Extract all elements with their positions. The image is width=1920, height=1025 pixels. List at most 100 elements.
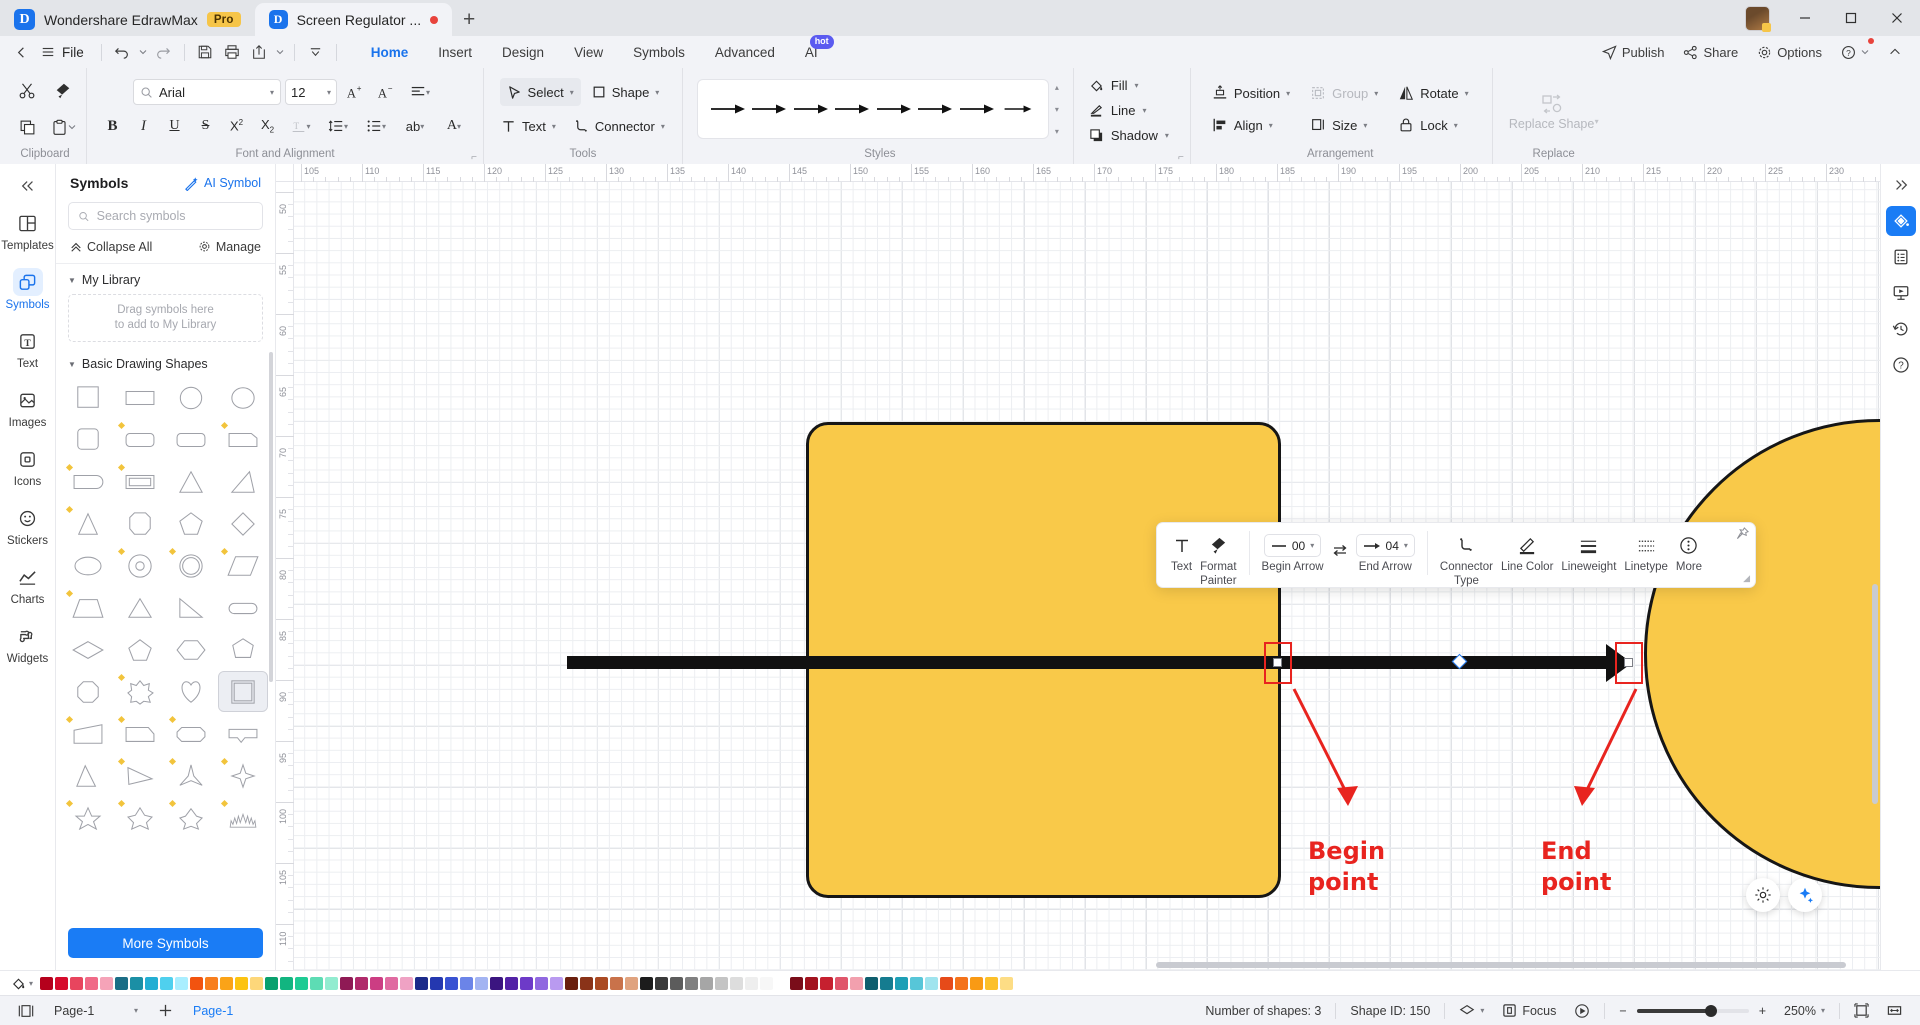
line-button[interactable]: Line ▾ xyxy=(1082,98,1176,122)
zoom-out-button[interactable]: − xyxy=(1611,1000,1634,1022)
color-swatch[interactable] xyxy=(835,976,849,990)
ft-swap-arrows-button[interactable] xyxy=(1328,531,1352,564)
color-swatch[interactable] xyxy=(475,976,489,990)
shape-right-angle-triangle[interactable] xyxy=(167,588,216,627)
horizontal-ruler[interactable]: 105 110 115 120 125 130 135 140 145 150 155 160 165 1… xyxy=(276,164,1880,182)
shape-parallelogram[interactable] xyxy=(219,546,268,585)
ft-lineweight-button[interactable]: Lineweight xyxy=(1557,531,1620,576)
arrow-style-1[interactable] xyxy=(708,87,748,131)
shape-narrow-triangle[interactable] xyxy=(64,756,113,795)
color-swatch[interactable] xyxy=(55,976,69,990)
ai-assist-fab[interactable] xyxy=(1746,878,1780,912)
arrow-style-gallery[interactable] xyxy=(696,79,1049,139)
decrease-font-icon[interactable]: A − xyxy=(372,79,399,106)
color-swatch[interactable] xyxy=(625,976,639,990)
color-swatch[interactable] xyxy=(520,976,534,990)
color-swatch[interactable] xyxy=(565,976,579,990)
shape-pill[interactable] xyxy=(219,588,268,627)
ai-sparkle-fab[interactable] xyxy=(1788,878,1822,912)
share-button[interactable]: Share xyxy=(1675,39,1746,65)
arrow-style-7[interactable] xyxy=(957,87,997,131)
shape-ellipse-circle[interactable] xyxy=(219,378,268,417)
sidebar-item-symbols[interactable]: Symbols xyxy=(2,259,54,318)
ft-connector-type-button[interactable]: Connector Type xyxy=(1436,531,1497,590)
color-swatch[interactable] xyxy=(760,976,774,990)
ai-symbol-button[interactable]: AI Symbol xyxy=(184,176,261,191)
styles-scroll-up-icon[interactable]: ▴ xyxy=(1051,79,1063,95)
color-swatch[interactable] xyxy=(775,976,789,990)
sidebar-item-stickers[interactable]: Stickers xyxy=(2,495,54,554)
vertical-ruler[interactable]: 50556065707580859095100105110115120125 xyxy=(276,164,294,970)
shape-rounded-rectangle[interactable] xyxy=(116,420,165,459)
shape-heart[interactable] xyxy=(167,672,216,711)
color-swatch[interactable] xyxy=(415,976,429,990)
shape-circle[interactable] xyxy=(167,378,216,417)
color-swatch[interactable] xyxy=(700,976,714,990)
copy-icon[interactable] xyxy=(10,110,44,144)
text-tool-button[interactable]: Text ▾ xyxy=(494,112,563,140)
palette-fill-button[interactable]: ▾ xyxy=(6,976,38,991)
color-swatch[interactable] xyxy=(550,976,564,990)
add-page-button[interactable] xyxy=(150,1000,181,1022)
tab-insert[interactable]: Insert xyxy=(423,36,487,68)
shape-half-rounded-rect[interactable] xyxy=(64,462,113,501)
color-swatch[interactable] xyxy=(115,976,129,990)
more-symbols-button[interactable]: More Symbols xyxy=(68,928,263,958)
undo-dropdown-icon[interactable] xyxy=(136,39,150,65)
shape-isoceles-triangle[interactable] xyxy=(64,504,113,543)
color-swatch[interactable] xyxy=(670,976,684,990)
ft-line-color-button[interactable]: Line Color xyxy=(1497,531,1557,576)
color-swatch[interactable] xyxy=(790,976,804,990)
color-swatch[interactable] xyxy=(595,976,609,990)
shape-star-rounded[interactable] xyxy=(167,798,216,837)
shape-octagon[interactable] xyxy=(64,672,113,711)
bold-icon[interactable]: B xyxy=(99,113,126,140)
color-swatch[interactable] xyxy=(370,976,384,990)
shape-five-point-star[interactable] xyxy=(64,798,113,837)
shape-pentagon[interactable] xyxy=(167,504,216,543)
size-button[interactable]: Size ▾ xyxy=(1303,111,1385,139)
shape-star-burst[interactable] xyxy=(116,672,165,711)
shape-star-bent[interactable] xyxy=(116,798,165,837)
focus-button[interactable]: Focus xyxy=(1494,1000,1564,1022)
canvas[interactable]: Begin point End point Text Format Painte… xyxy=(276,164,1880,970)
line-spacing-icon[interactable]: ▾ xyxy=(321,113,355,140)
document-tab[interactable]: D Screen Regulator ... xyxy=(254,3,453,36)
position-button[interactable]: Position ▾ xyxy=(1205,79,1297,107)
color-swatch[interactable] xyxy=(850,976,864,990)
manage-button[interactable]: Manage xyxy=(198,240,261,254)
paste-icon[interactable] xyxy=(46,110,80,144)
lock-button[interactable]: Lock ▾ xyxy=(1391,111,1475,139)
color-swatch[interactable] xyxy=(880,976,894,990)
sidebar-item-icons[interactable]: Icons xyxy=(2,436,54,495)
print-icon[interactable] xyxy=(219,39,246,65)
canvas-vertical-scrollbar[interactable] xyxy=(1872,584,1878,804)
shape-rounded-rectangle-2[interactable] xyxy=(167,420,216,459)
outline-panel-button[interactable] xyxy=(1886,242,1916,272)
shape-four-point-star[interactable] xyxy=(219,756,268,795)
align-icon[interactable]: ▾ xyxy=(403,79,437,106)
replace-shape-button[interactable]: Replace Shape xyxy=(1509,87,1595,132)
color-swatch[interactable] xyxy=(910,976,924,990)
color-swatch[interactable] xyxy=(40,976,54,990)
sidebar-item-charts[interactable]: Charts xyxy=(2,554,54,613)
sidebar-item-templates[interactable]: Templates xyxy=(1,200,54,259)
color-swatch[interactable] xyxy=(100,976,114,990)
color-swatch[interactable] xyxy=(820,976,834,990)
app-tab-main[interactable]: D Wondershare EdrawMax Pro xyxy=(0,3,255,36)
color-swatch[interactable] xyxy=(220,976,234,990)
options-button[interactable]: Options xyxy=(1749,39,1830,65)
color-swatch[interactable] xyxy=(985,976,999,990)
collapse-ribbon-button[interactable] xyxy=(1880,39,1910,65)
superscript-icon[interactable]: X2 xyxy=(223,113,250,140)
shape-frame-square[interactable] xyxy=(217,671,268,712)
color-swatch[interactable] xyxy=(655,976,669,990)
color-swatch[interactable] xyxy=(145,976,159,990)
color-swatch[interactable] xyxy=(400,976,414,990)
tab-symbols[interactable]: Symbols xyxy=(618,36,700,68)
shape-three-point-star[interactable] xyxy=(167,756,216,795)
shape-square[interactable] xyxy=(64,378,113,417)
export-icon[interactable] xyxy=(246,39,273,65)
color-swatch[interactable] xyxy=(1000,976,1014,990)
format-painter-icon[interactable] xyxy=(46,74,80,108)
